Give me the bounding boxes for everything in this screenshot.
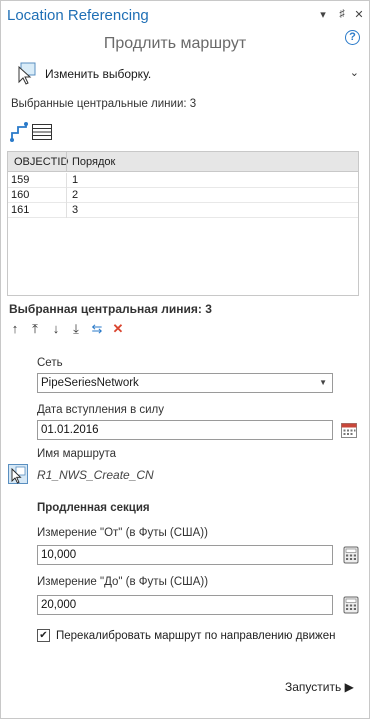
table-row[interactable]: 161 3 — [8, 203, 358, 218]
column-header-order[interactable]: Порядок — [72, 156, 115, 168]
dropdown-arrow-icon: ▼ — [319, 378, 327, 387]
column-header-objectid[interactable]: OBJECTID — [14, 156, 68, 168]
cell-objectid: 161 — [11, 204, 30, 216]
network-value: PipeSeriesNetwork — [41, 377, 139, 389]
calendar-icon[interactable] — [340, 421, 358, 439]
pin-icon[interactable]: ♯ — [336, 8, 348, 20]
delete-icon[interactable]: ✕ — [110, 321, 126, 337]
chevron-down-icon[interactable]: ⌄ — [350, 66, 359, 79]
centerline-view-toolbar — [9, 121, 69, 143]
effective-date-label: Дата вступления в силу — [37, 404, 165, 416]
from-measure-field[interactable] — [37, 545, 333, 565]
order-toolbar: ↑ ⤒ ↓ ⤓ ⇆ ✕ — [7, 321, 137, 337]
centerline-table: OBJECTID Порядок 159 1 160 2 161 3 — [7, 151, 359, 296]
pane-titlebar: Location Referencing ▾ ♯ ✕ — [1, 1, 369, 31]
move-down-icon[interactable]: ↓ — [48, 321, 64, 337]
pick-route-icon[interactable] — [8, 464, 28, 484]
tool-title: Продлить маршрут — [103, 35, 247, 52]
close-icon[interactable]: ✕ — [353, 8, 365, 21]
route-name-value: R1_NWS_Create_CN — [37, 468, 154, 482]
select-cursor-icon — [18, 62, 36, 85]
network-dropdown[interactable]: PipeSeriesNetwork ▼ — [37, 373, 333, 393]
network-label: Сеть — [37, 357, 63, 369]
cell-divider — [66, 188, 67, 203]
calculator-icon[interactable] — [342, 546, 360, 564]
table-header: OBJECTID Порядок — [8, 152, 358, 172]
selected-centerlines-label: Выбранные центральные линии: 3 — [11, 98, 197, 110]
modify-selection-label: Изменить выборку. — [45, 67, 152, 81]
reverse-icon[interactable]: ⇆ — [89, 321, 105, 337]
extend-route-pane: Location Referencing ▾ ♯ ✕ Продлить марш… — [0, 0, 370, 719]
move-up-icon[interactable]: ↑ — [7, 321, 23, 337]
cell-divider — [66, 203, 67, 218]
cell-order: 3 — [72, 204, 79, 216]
extended-section-label: Продленная секция — [37, 502, 150, 514]
modify-selection-row[interactable]: Изменить выборку. ⌄ — [15, 61, 361, 87]
selected-centerline-label: Выбранная центральная линия: 3 — [9, 302, 212, 316]
effective-date-field[interactable] — [37, 420, 333, 440]
route-name-label: Имя маршрута — [37, 448, 117, 460]
from-measure-label: Измерение "От" (в Футы (США)) — [37, 527, 208, 539]
recalibrate-label: Перекалибровать маршрут по направлению д… — [56, 630, 336, 642]
table-row[interactable]: 160 2 — [8, 188, 358, 203]
calculator-icon[interactable] — [342, 596, 360, 614]
recalibrate-checkbox[interactable]: ✔ — [37, 629, 50, 642]
move-bottom-icon[interactable]: ⤓ — [68, 321, 84, 337]
table-row[interactable]: 159 1 — [8, 173, 358, 188]
pane-menu-icon[interactable]: ▾ — [317, 8, 329, 21]
to-measure-field[interactable] — [37, 595, 333, 615]
cell-objectid: 160 — [11, 189, 30, 201]
pane-title: Location Referencing — [7, 7, 149, 24]
cell-order: 1 — [72, 174, 79, 186]
cell-objectid: 159 — [11, 174, 30, 186]
move-top-icon[interactable]: ⤒ — [27, 321, 43, 337]
route-line-icon[interactable] — [9, 121, 31, 143]
column-divider — [66, 152, 67, 172]
to-measure-label: Измерение "До" (в Футы (США)) — [37, 576, 209, 588]
help-icon[interactable]: ? — [345, 30, 360, 45]
cell-order: 2 — [72, 189, 79, 201]
cell-divider — [66, 173, 67, 188]
run-button[interactable]: Запустить ▶ — [285, 680, 354, 694]
table-view-icon[interactable] — [31, 121, 53, 143]
